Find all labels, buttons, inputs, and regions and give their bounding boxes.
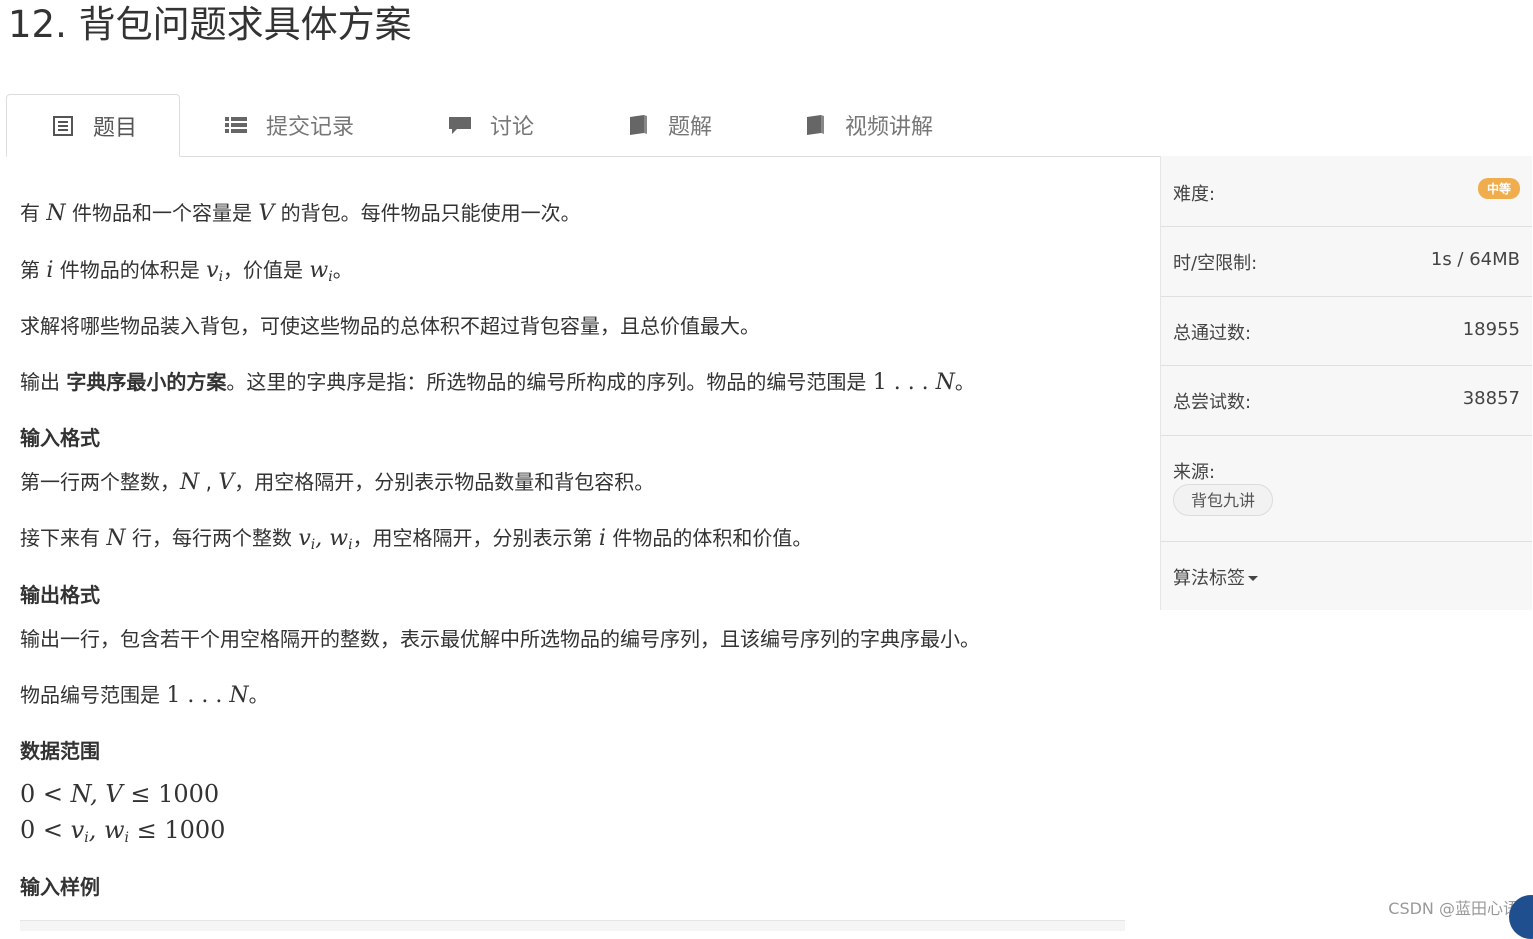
problem-paragraph: 求解将哪些物品装入背包，可使这些物品的总体积不超过背包容量，且总价值最大。 [20, 314, 760, 338]
list-icon [224, 113, 248, 137]
problem-paragraph: 输出 字典序最小的方案。这里的字典序是指：所选物品的编号所构成的序列。物品的编号… [20, 370, 975, 395]
source-tag[interactable]: 背包九讲 [1173, 484, 1273, 516]
page-title: 12. 背包问题求具体方案 [8, 3, 412, 46]
problem-paragraph: 接下来有 N 行，每行两个整数 vi, wi，用空格隔开，分别表示第 i 件物品… [20, 526, 813, 553]
input-format-heading: 输入格式 [20, 426, 100, 450]
problem-paragraph: 第 i 件物品的体积是 vi，价值是 wi。 [20, 258, 353, 285]
comment-icon [448, 113, 472, 137]
tab-submissions[interactable]: 提交记录 [224, 94, 354, 156]
caret-down-icon [1248, 576, 1258, 581]
output-format-heading: 输出格式 [20, 583, 100, 607]
tab-label: 提交记录 [266, 115, 355, 140]
problem-paragraph: 物品编号范围是 1 . . . N。 [20, 683, 269, 708]
data-range-heading: 数据范围 [20, 739, 100, 763]
book-icon [803, 113, 827, 137]
tried-row: 总尝试数: 38857 [1161, 366, 1532, 436]
passed-row: 总通过数: 18955 [1161, 297, 1532, 366]
difficulty-row: 难度: 中等 [1161, 156, 1532, 227]
tab-bar: 题目 提交记录 讨论 题解 视频讲解 [6, 94, 1531, 157]
tab-label: 视频讲解 [845, 115, 934, 140]
sample-input-heading: 输入样例 [20, 875, 100, 899]
tab-label: 题目 [93, 115, 138, 141]
watermark: CSDN @蓝田心语 [1388, 899, 1519, 918]
tab-solutions[interactable]: 题解 [626, 94, 712, 156]
tab-problem[interactable]: 题目 [6, 94, 180, 157]
limit-row: 时/空限制: 1s / 64MB [1161, 227, 1532, 297]
problem-info-sidebar: 难度: 中等 时/空限制: 1s / 64MB 总通过数: 18955 总尝试数… [1160, 156, 1532, 610]
book-icon [626, 113, 650, 137]
tab-label: 讨论 [490, 115, 535, 140]
sample-input-box [20, 920, 1125, 931]
problem-paragraph: 输出一行，包含若干个用空格隔开的整数，表示最优解中所选物品的编号序列，且该编号序… [20, 627, 980, 651]
problem-paragraph: 第一行两个整数，N , V，用空格隔开，分别表示物品数量和背包容积。 [20, 470, 655, 495]
tab-discussion[interactable]: 讨论 [448, 94, 534, 156]
range-formula: 0 < N, V ≤ 1000 [20, 780, 220, 808]
algorithm-tags-dropdown[interactable]: 算法标签 [1173, 564, 1258, 590]
tab-label: 题解 [668, 115, 713, 140]
problem-paragraph: 有 N 件物品和一个容量是 V 的背包。每件物品只能使用一次。 [20, 201, 581, 226]
list-icon [51, 114, 75, 138]
range-formula: 0 < vi, wi ≤ 1000 [20, 816, 226, 846]
difficulty-badge: 中等 [1477, 178, 1520, 199]
tab-video[interactable]: 视频讲解 [803, 94, 933, 156]
